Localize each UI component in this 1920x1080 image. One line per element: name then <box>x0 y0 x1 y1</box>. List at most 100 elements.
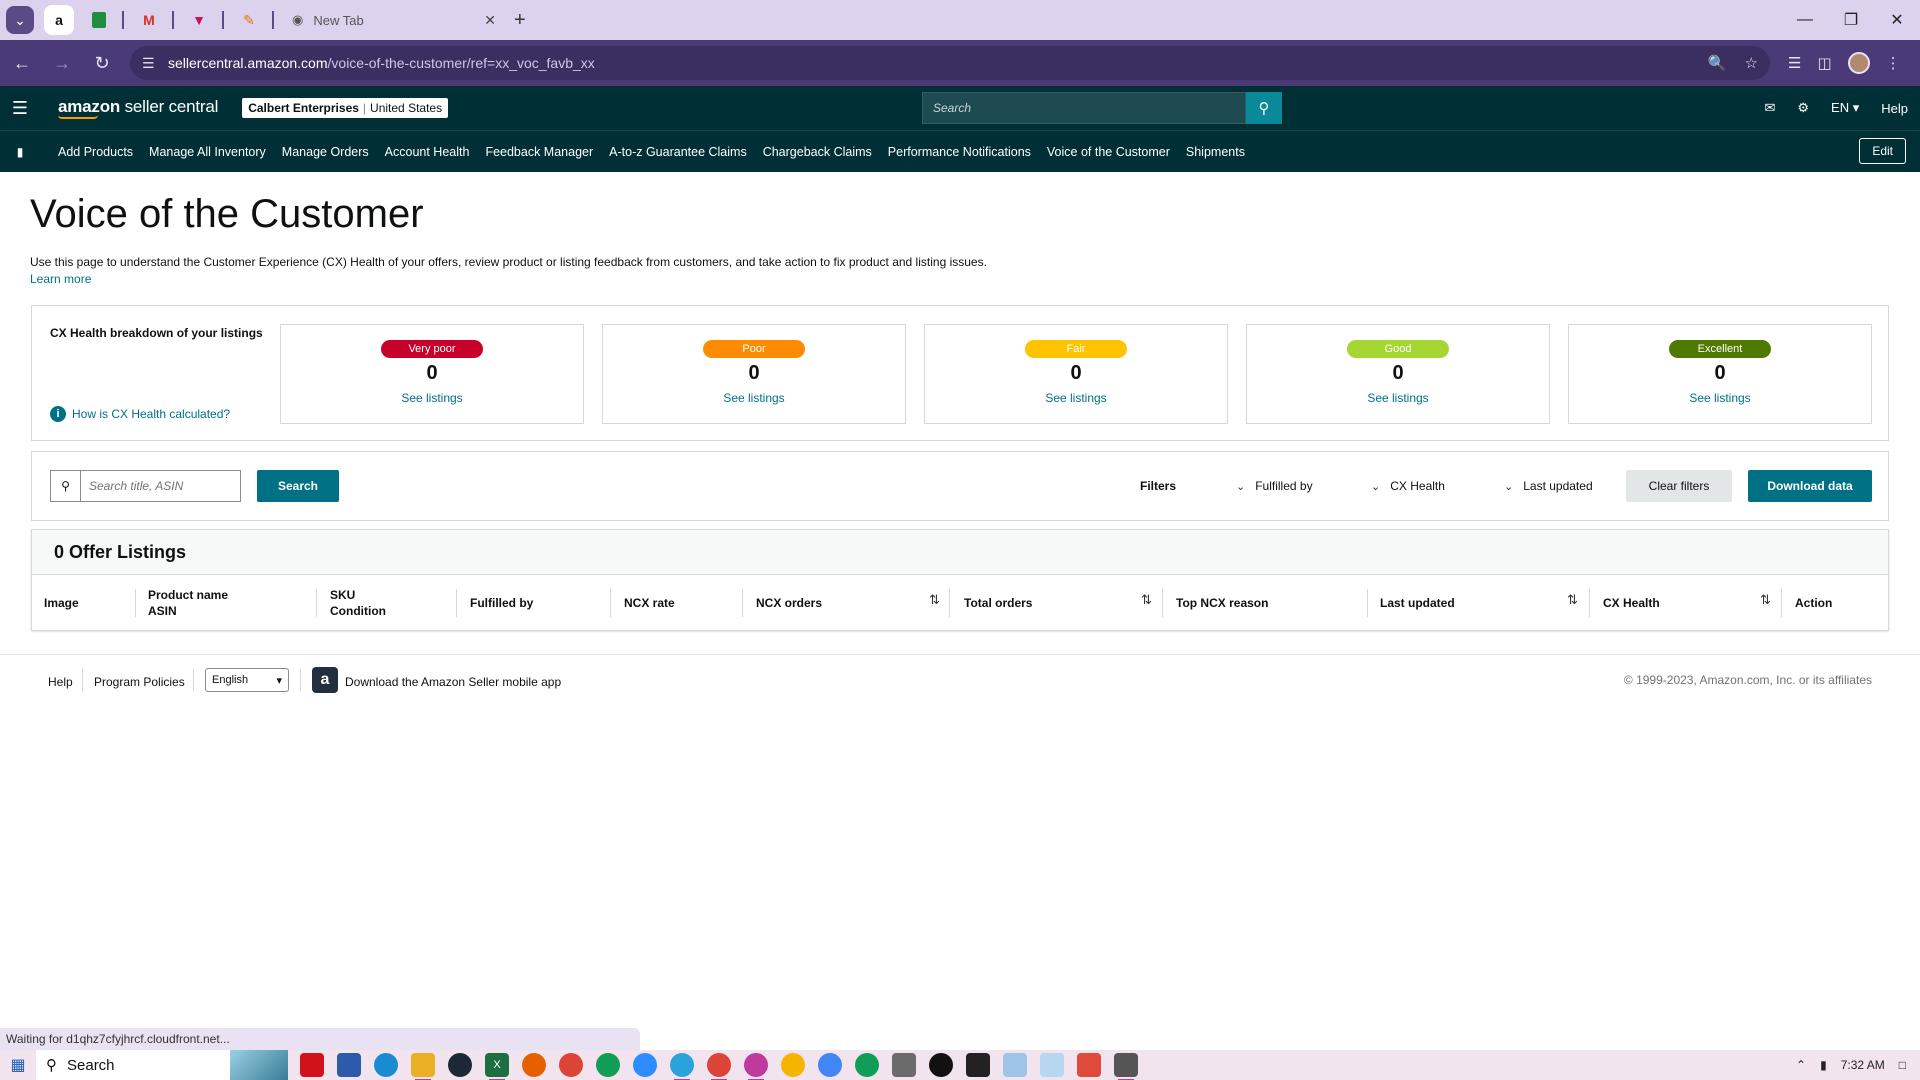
gear-icon[interactable]: ⚙ <box>1797 100 1809 116</box>
sort-icon[interactable]: ⇅ <box>1567 592 1578 608</box>
settings-gear-icon[interactable] <box>1114 1053 1138 1080</box>
search-button[interactable]: Search <box>257 470 339 502</box>
url-field[interactable]: ☰ sellercentral.amazon.com/voice-of-the-… <box>130 46 1770 80</box>
download-data-button[interactable]: Download data <box>1748 470 1872 502</box>
tab-amazon-icon[interactable]: a <box>44 5 74 35</box>
account-switcher[interactable]: Calbert Enterprises | United States <box>242 98 449 118</box>
mail-icon[interactable]: ✉ <box>1764 100 1775 116</box>
chrome-icon[interactable] <box>559 1053 583 1077</box>
media-queue-icon[interactable]: ☰ <box>1788 54 1801 72</box>
sort-icon[interactable]: ⇅ <box>1141 592 1152 608</box>
tab-pencil-icon[interactable]: ✎ <box>234 5 264 35</box>
taskbar-search[interactable]: ⚲ Search <box>36 1050 288 1080</box>
bookmark-icon[interactable]: ▮ <box>0 145 40 159</box>
search-icon[interactable]: ⚲ <box>1246 92 1282 124</box>
reload-icon[interactable]: ↻ <box>84 45 120 81</box>
see-listings-link[interactable]: See listings <box>723 391 784 405</box>
app-icon[interactable] <box>929 1053 953 1077</box>
help-link[interactable]: Help <box>1881 101 1908 116</box>
back-arrow-icon[interactable]: ← <box>4 45 40 81</box>
fulfilled-by-dropdown[interactable]: ⌄ Fulfilled by <box>1236 479 1313 493</box>
sort-icon[interactable]: ⇅ <box>929 592 940 608</box>
footer-language-select[interactable]: English ▾ <box>205 668 289 692</box>
nav-link-account-health[interactable]: Account Health <box>377 145 478 159</box>
calculator-icon[interactable] <box>892 1053 916 1077</box>
close-window-icon[interactable]: ✕ <box>1874 0 1920 40</box>
amazon-app-icon[interactable]: a <box>312 667 338 693</box>
seller-central-logo[interactable]: amazon seller central <box>58 97 218 119</box>
tab-search-chevron-icon[interactable]: ⌄ <box>6 6 34 34</box>
chevron-up-icon[interactable]: ⌃ <box>1796 1058 1806 1072</box>
clock[interactable]: 7:32 AM <box>1841 1058 1885 1072</box>
footer-policies-link[interactable]: Program Policies <box>94 675 185 689</box>
chrome-icon[interactable] <box>744 1053 768 1080</box>
app-icon[interactable] <box>300 1053 324 1077</box>
footer-help-link[interactable]: Help <box>48 675 73 689</box>
nav-link-shipments[interactable]: Shipments <box>1178 145 1253 159</box>
zoom-icon[interactable]: 🔍 <box>1708 54 1727 72</box>
windows-start-icon[interactable]: ▦ <box>0 1055 36 1075</box>
browser-menu-icon[interactable]: ⋮ <box>1886 54 1901 72</box>
see-listings-link[interactable]: See listings <box>1367 391 1428 405</box>
cx-health-panel: CX Health breakdown of your listings i H… <box>31 305 1889 441</box>
nav-link-add-products[interactable]: Add Products <box>50 145 141 159</box>
firefox-icon[interactable] <box>522 1053 546 1077</box>
sticky-notes-icon[interactable] <box>966 1053 990 1077</box>
sort-icon[interactable]: ⇅ <box>1760 592 1771 608</box>
nav-link-manage-inventory[interactable]: Manage All Inventory <box>141 145 274 159</box>
notepad-icon[interactable] <box>1003 1053 1027 1077</box>
steam-icon[interactable] <box>448 1053 472 1077</box>
tab-gmail-icon[interactable]: M <box>134 5 164 35</box>
tab-close-icon[interactable]: ✕ <box>484 12 496 29</box>
cx-health-how-link[interactable]: i How is CX Health calculated? <box>50 406 230 422</box>
tab-todoist-icon[interactable]: ▼ <box>184 5 214 35</box>
search-input[interactable]: Search title, ASIN <box>81 471 240 501</box>
tab-new-tab[interactable]: ◉ New Tab ✕ <box>284 5 504 35</box>
cx-health-dropdown[interactable]: ⌄ CX Health <box>1371 479 1445 493</box>
paint-icon[interactable] <box>1040 1053 1064 1077</box>
edit-nav-button[interactable]: Edit <box>1859 138 1906 164</box>
chrome-icon[interactable] <box>818 1053 842 1077</box>
nav-link-a-to-z-claims[interactable]: A-to-z Guarantee Claims <box>601 145 755 159</box>
nav-link-feedback-manager[interactable]: Feedback Manager <box>477 145 601 159</box>
see-listings-link[interactable]: See listings <box>401 391 462 405</box>
header-search-input[interactable]: Search <box>922 92 1246 124</box>
learn-more-link[interactable]: Learn more <box>30 272 91 286</box>
app-icon[interactable] <box>337 1053 361 1077</box>
tab-sheets-icon[interactable] <box>84 5 114 35</box>
chrome-icon[interactable] <box>855 1053 879 1077</box>
language-selector[interactable]: EN ▾ <box>1831 100 1859 116</box>
chrome-icon[interactable] <box>596 1053 620 1077</box>
excel-icon[interactable]: X <box>485 1053 509 1080</box>
nav-link-voice-of-customer[interactable]: Voice of the Customer <box>1039 145 1178 159</box>
minimize-icon[interactable]: — <box>1782 0 1828 40</box>
hamburger-menu-icon[interactable]: ☰ <box>0 98 40 119</box>
zoom-icon[interactable] <box>633 1053 657 1077</box>
account-name: Calbert Enterprises <box>248 101 359 115</box>
bookmark-star-icon[interactable]: ☆ <box>1745 54 1758 72</box>
chrome-icon[interactable] <box>781 1053 805 1077</box>
chrome-icon[interactable] <box>707 1053 731 1080</box>
nav-link-performance-notifications[interactable]: Performance Notifications <box>880 145 1039 159</box>
app-icon[interactable] <box>1077 1053 1101 1077</box>
see-listings-link[interactable]: See listings <box>1689 391 1750 405</box>
telegram-icon[interactable] <box>670 1053 694 1080</box>
file-explorer-icon[interactable] <box>411 1053 435 1080</box>
edge-icon[interactable] <box>374 1053 398 1077</box>
notification-icon[interactable]: □ <box>1899 1058 1906 1072</box>
restore-icon[interactable]: ❐ <box>1828 0 1874 40</box>
forward-arrow-icon[interactable]: → <box>44 45 80 81</box>
clear-filters-button[interactable]: Clear filters <box>1626 470 1732 502</box>
see-listings-link[interactable]: See listings <box>1045 391 1106 405</box>
page-title: Voice of the Customer <box>30 192 424 236</box>
battery-icon[interactable]: ▮ <box>1820 1058 1827 1072</box>
url-text[interactable]: sellercentral.amazon.com/voice-of-the-cu… <box>168 55 1708 71</box>
site-settings-icon[interactable]: ☰ <box>142 55 162 72</box>
nav-link-manage-orders[interactable]: Manage Orders <box>274 145 377 159</box>
nav-link-chargeback-claims[interactable]: Chargeback Claims <box>755 145 880 159</box>
profile-avatar[interactable] <box>1847 52 1870 74</box>
new-tab-plus-icon[interactable]: + <box>514 9 526 32</box>
footer-app-link[interactable]: Download the Amazon Seller mobile app <box>345 675 561 689</box>
last-updated-dropdown[interactable]: ⌄ Last updated <box>1504 479 1593 493</box>
side-panel-icon[interactable]: ◫ <box>1817 54 1831 72</box>
